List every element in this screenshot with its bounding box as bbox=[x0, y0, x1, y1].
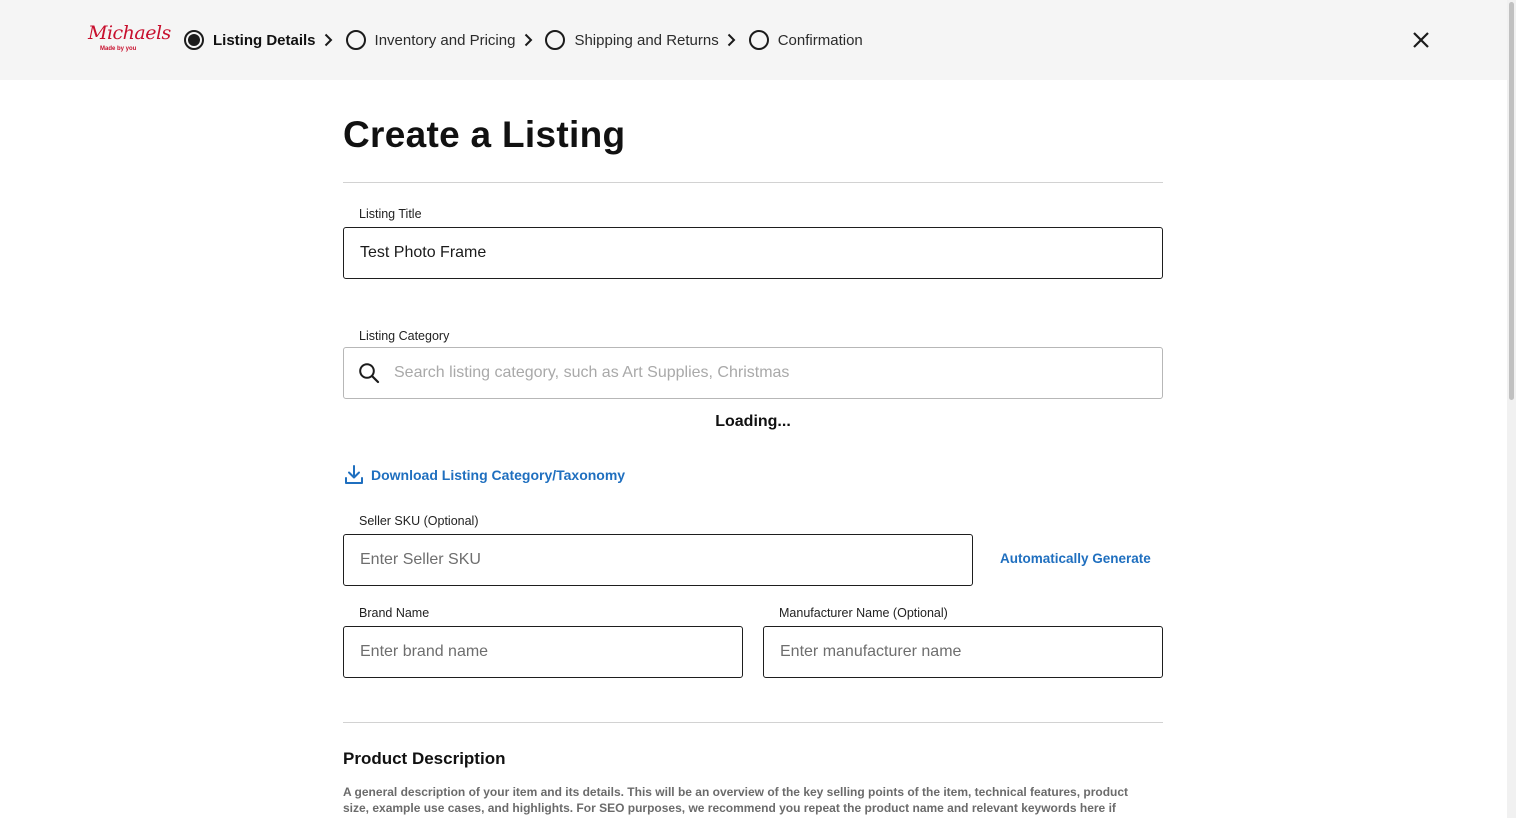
listing-title-input[interactable] bbox=[343, 227, 1163, 279]
step-inactive-icon bbox=[748, 30, 769, 50]
step-label: Listing Details bbox=[213, 31, 316, 49]
top-bar: Michaels Made by you Listing Details Inv… bbox=[0, 0, 1507, 80]
progress-steps: Listing Details Inventory and Pricing Sh… bbox=[184, 30, 863, 50]
section-divider bbox=[343, 722, 1163, 723]
seller-sku-label: Seller SKU (Optional) bbox=[359, 514, 479, 528]
product-description-heading: Product Description bbox=[343, 749, 506, 768]
download-icon bbox=[345, 465, 363, 484]
title-divider bbox=[343, 182, 1163, 183]
close-icon bbox=[1413, 32, 1429, 48]
product-description-help: A general description of your item and i… bbox=[343, 785, 1129, 815]
category-loading-status: Loading... bbox=[715, 413, 791, 430]
logo-tagline: Made by you bbox=[100, 46, 137, 52]
step-label: Shipping and Returns bbox=[574, 31, 719, 49]
chevron-right-icon bbox=[725, 30, 739, 50]
search-icon bbox=[359, 363, 380, 384]
step-inactive-icon bbox=[345, 30, 366, 50]
logo-wordmark: Michaels bbox=[88, 22, 171, 44]
download-taxonomy-link[interactable]: Download Listing Category/Taxonomy bbox=[344, 464, 625, 486]
step-label: Inventory and Pricing bbox=[374, 31, 516, 49]
step-label: Confirmation bbox=[777, 31, 863, 49]
michaels-logo[interactable]: Michaels Made by you bbox=[86, 22, 171, 58]
manufacturer-name-label: Manufacturer Name (Optional) bbox=[779, 606, 948, 620]
page-title: Create a Listing bbox=[343, 114, 626, 155]
step-listing-details[interactable]: Listing Details bbox=[184, 30, 316, 50]
manufacturer-name-input[interactable] bbox=[763, 626, 1163, 678]
download-taxonomy-label: Download Listing Category/Taxonomy bbox=[371, 467, 626, 483]
listing-title-label: Listing Title bbox=[359, 207, 422, 221]
step-shipping-and-returns[interactable]: Shipping and Returns bbox=[545, 30, 719, 50]
auto-generate-sku-link[interactable]: Automatically Generate bbox=[1000, 551, 1151, 566]
listing-category-label: Listing Category bbox=[359, 329, 450, 343]
step-inventory-and-pricing[interactable]: Inventory and Pricing bbox=[345, 30, 516, 50]
listing-category-search[interactable] bbox=[343, 347, 1163, 399]
brand-name-label: Brand Name bbox=[359, 606, 430, 620]
step-inactive-icon bbox=[545, 30, 566, 50]
step-confirmation[interactable]: Confirmation bbox=[748, 30, 863, 50]
brand-name-input[interactable] bbox=[343, 626, 743, 678]
listing-category-input[interactable] bbox=[392, 349, 1152, 397]
scrollbar-thumb[interactable] bbox=[1509, 2, 1514, 400]
chevron-right-icon bbox=[521, 30, 535, 50]
chevron-right-icon bbox=[322, 30, 336, 50]
seller-sku-input[interactable] bbox=[343, 534, 973, 586]
close-button[interactable] bbox=[1409, 28, 1433, 52]
step-active-icon bbox=[184, 30, 204, 50]
